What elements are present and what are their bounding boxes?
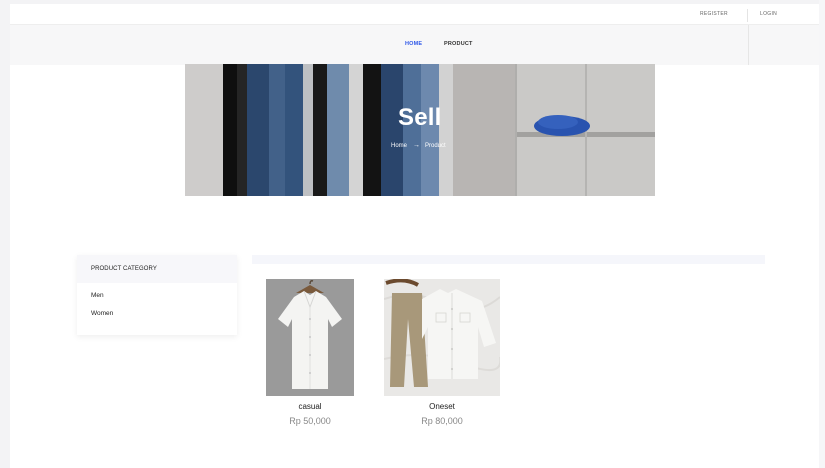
register-link[interactable]: REGISTER [700,11,728,17]
nav-product[interactable]: PRODUCT [444,41,473,47]
nav-divider [748,25,749,65]
window-right-edge [819,0,825,468]
product-category-title: PRODUCT CATEGORY [91,266,157,272]
main-navigation: HOME PRODUCT [10,25,819,65]
hero-title: Sell [398,104,442,131]
product-image-casual[interactable] [266,279,354,396]
top-utility-bar: REGISTER LOGIN [10,4,819,25]
product-price-casual: Rp 50,000 [289,416,331,426]
category-link-women[interactable]: Women [91,310,113,317]
product-price-oneset: Rp 80,000 [421,416,463,426]
products-toolbar [252,255,765,264]
breadcrumb-home-link[interactable]: Home [391,143,407,149]
window-left-edge [0,0,10,468]
product-name-oneset[interactable]: Oneset [398,402,486,411]
product-name-casual[interactable]: casual [266,402,354,411]
breadcrumb-arrow-icon: → [413,142,420,149]
white-shirt-icon [266,279,354,396]
jacket-pants-icon [384,279,500,396]
breadcrumb-current: Product [425,143,446,149]
nav-home[interactable]: HOME [405,41,422,47]
login-link[interactable]: LOGIN [760,11,777,17]
top-bar-separator [747,9,748,22]
product-category-header: PRODUCT CATEGORY [77,255,237,283]
product-category-panel: PRODUCT CATEGORY Men Women [77,255,237,335]
category-link-men[interactable]: Men [91,292,104,299]
product-image-oneset[interactable] [384,279,500,396]
